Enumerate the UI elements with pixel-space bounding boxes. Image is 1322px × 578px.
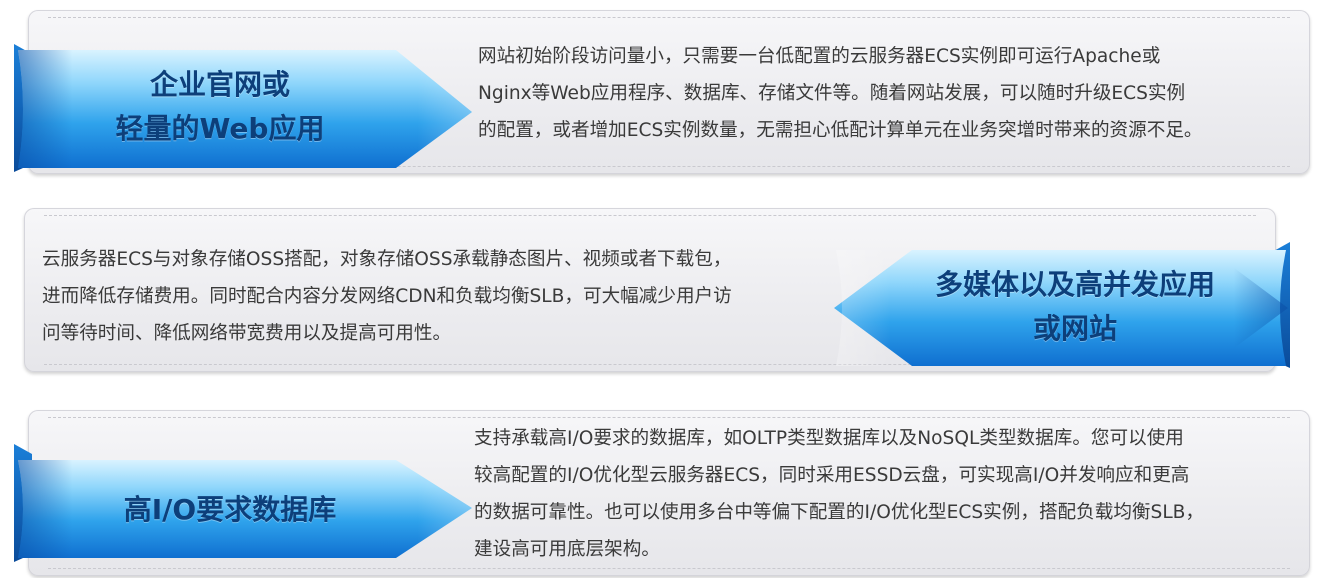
use-case-title-web-app: 企业官网或 轻量的Web应用 [30,50,410,164]
description-line: 较高配置的I/O优化型云服务器ECS，同时采用ESSD云盘，可实现高I/O并发响… [474,465,1190,486]
use-case-title-multimedia: 多媒体以及高并发应用 或网站 [900,250,1250,364]
card-bottom-dashed-line [48,568,1290,569]
title-line: 或网站 [1032,312,1117,345]
description-line: 问等待时间、降低网络带宽费用以及提高可用性。 [42,323,452,344]
use-case-description-web-app: 网站初始阶段访问量小，只需要一台低配置的云服务器ECS实例即可运行Apache或… [478,38,1304,149]
use-case-description-high-io-db: 支持承载高I/O要求的数据库，如OLTP类型数据库以及NoSQL类型数据库。您可… [474,420,1304,568]
description-line: 进而降低存储费用。同时配合内容分发网络CDN和负载均衡SLB，可大幅减少用户访 [42,286,732,307]
card-top-dashed-line [48,417,1290,418]
use-case-title-high-io-db: 高I/O要求数据库 [30,462,430,558]
title-line: 多媒体以及高并发应用 [934,268,1215,301]
title-line: 高I/O要求数据库 [123,493,337,526]
description-line: 网站初始阶段访问量小，只需要一台低配置的云服务器ECS实例即可运行Apache或 [478,46,1161,67]
description-line: Nginx等Web应用程序、数据库、存储文件等。随着网站发展，可以随时升级ECS… [478,83,1186,104]
description-line: 支持承载高I/O要求的数据库，如OLTP类型数据库以及NoSQL类型数据库。您可… [474,428,1184,449]
description-line: 云服务器ECS与对象存储OSS搭配，对象存储OSS承载静态图片、视频或者下载包， [42,249,732,270]
description-line: 的数据可靠性。也可以使用多台中等偏下配置的I/O优化型ECS实例，搭配负载均衡S… [474,502,1205,523]
title-line: 企业官网或 [149,68,290,101]
description-line: 建设高可用底层架构。 [474,539,660,560]
card-top-dashed-line [48,17,1290,18]
description-line: 的配置，或者增加ECS实例数量，无需担心低配计算单元在业务突增时带来的资源不足。 [478,120,1203,141]
use-case-description-multimedia: 云服务器ECS与对象存储OSS搭配，对象存储OSS承载静态图片、视频或者下载包，… [42,241,842,352]
title-line: 轻量的Web应用 [115,112,325,145]
card-top-dashed-line [44,215,1256,216]
